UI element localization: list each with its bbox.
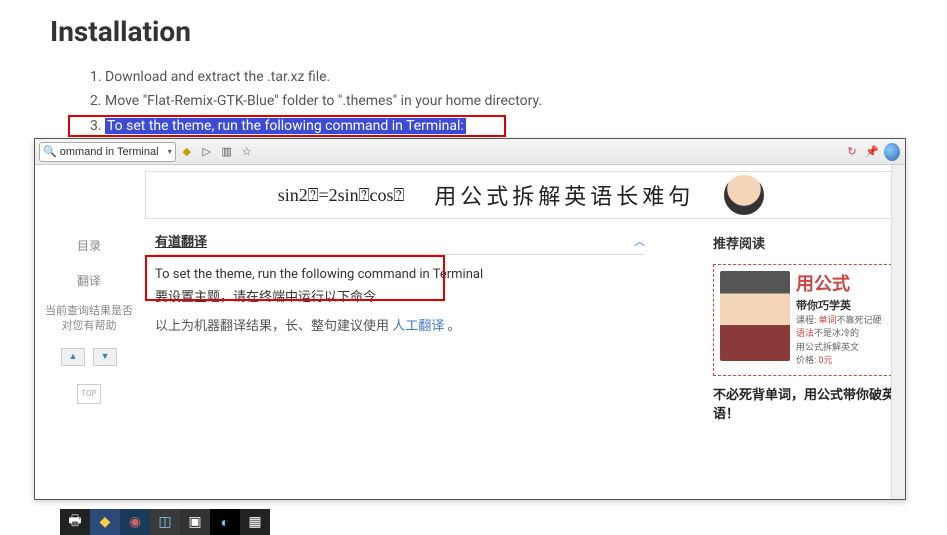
taskbar-app-camera[interactable]: ◉ — [120, 509, 150, 535]
vote-up-button[interactable]: ▲ — [61, 348, 85, 366]
step-3-highlight[interactable]: To set the theme, run the following comm… — [105, 118, 466, 134]
ad-caption: 不必死背单词，用公式带你破英语！ — [713, 386, 897, 425]
book-icon[interactable]: ▥ — [218, 143, 236, 161]
taskbar-app-6[interactable]: ◐ — [210, 509, 240, 535]
step-1: Download and extract the .tar.xz file. — [105, 66, 897, 88]
dict-sidebar: 目录 翻译 当前查询结果是否对您有帮助 ▲ ▼ TOP — [35, 223, 143, 499]
banner-formula: sin2⍰=2sin⍰cos⍰ — [278, 185, 405, 206]
translation-note: 以上为机器翻译结果，长、整句建议使用 人工翻译 。 — [155, 315, 693, 334]
taskbar: 🖶 ◆ ◉ ◫ ▣ ◐ ▦ — [60, 509, 270, 535]
sidebar-help-text: 当前查询结果是否对您有帮助 — [41, 303, 137, 334]
nav-back-icon[interactable]: ◆ — [178, 143, 196, 161]
human-translate-link[interactable]: 人工翻译 — [392, 319, 444, 334]
taskbar-app-5[interactable]: ▣ — [180, 509, 210, 535]
banner-avatar — [724, 175, 764, 215]
nav-forward-icon[interactable]: ▷ — [198, 143, 216, 161]
collapse-icon[interactable]: ︿ — [634, 233, 645, 249]
ad-avatar — [720, 271, 790, 361]
ad-subtitle: 带你巧学英 — [796, 298, 881, 315]
taskbar-app-print[interactable]: 🖶 — [60, 509, 90, 535]
refresh-icon[interactable]: ↻ — [843, 143, 861, 161]
search-icon: 🔍 — [43, 145, 57, 158]
recommended-panel: 推荐阅读 用公式 带你巧学英 课程: 单词不靠死记硬 语法不是冰冷的 用公式拆解… — [705, 223, 905, 499]
install-steps: Download and extract the .tar.xz file. M… — [105, 66, 897, 137]
vertical-scrollbar[interactable] — [891, 165, 905, 499]
pin-icon[interactable]: 📌 — [863, 143, 881, 161]
recommended-title: 推荐阅读 — [713, 233, 897, 252]
translation-result: 要设置主题，请在终端中运行以下命令 — [155, 286, 693, 305]
step-3: To set the theme, run the following comm… — [105, 115, 897, 137]
ad-headline: 用公式 — [796, 271, 881, 298]
vote-down-button[interactable]: ▼ — [93, 348, 117, 366]
translation-content: 有道翻译 ︿ To set the theme, run the followi… — [143, 223, 705, 499]
globe-icon[interactable] — [883, 143, 901, 161]
section-title: 有道翻译 — [155, 231, 207, 250]
taskbar-app-python[interactable]: ◆ — [90, 509, 120, 535]
star-icon[interactable]: ☆ — [238, 143, 256, 161]
dropdown-icon[interactable]: ▾ — [168, 147, 172, 156]
step-2: Move "Flat-Remix-GTK-Blue" folder to ".t… — [105, 90, 897, 112]
translation-source: To set the theme, run the following comm… — [155, 267, 693, 282]
page-title: Installation — [50, 15, 897, 48]
taskbar-app-4[interactable]: ◫ — [150, 509, 180, 535]
ad-banner[interactable]: sin2⍰=2sin⍰cos⍰ 用公式拆解英语长难句 — [145, 171, 897, 219]
sidebar-tab-toc[interactable]: 目录 — [69, 233, 109, 258]
dictionary-popup: 🔍 ▾ ◆ ▷ ▥ ☆ ↻ 📌 sin2⍰=2sin⍰cos⍰ 用公式拆解英语长… — [34, 138, 906, 500]
search-box[interactable]: 🔍 ▾ — [39, 142, 176, 162]
dict-toolbar: 🔍 ▾ ◆ ▷ ▥ ☆ ↻ 📌 — [35, 139, 905, 165]
ad-card[interactable]: 用公式 带你巧学英 课程: 单词不靠死记硬 语法不是冰冷的 用公式拆解英文 价格… — [713, 264, 897, 376]
banner-text: 用公式拆解英语长难句 — [434, 179, 694, 211]
search-input[interactable] — [60, 146, 165, 158]
top-button[interactable]: TOP — [77, 384, 101, 404]
taskbar-app-7[interactable]: ▦ — [240, 509, 270, 535]
sidebar-tab-translate[interactable]: 翻译 — [69, 268, 109, 293]
